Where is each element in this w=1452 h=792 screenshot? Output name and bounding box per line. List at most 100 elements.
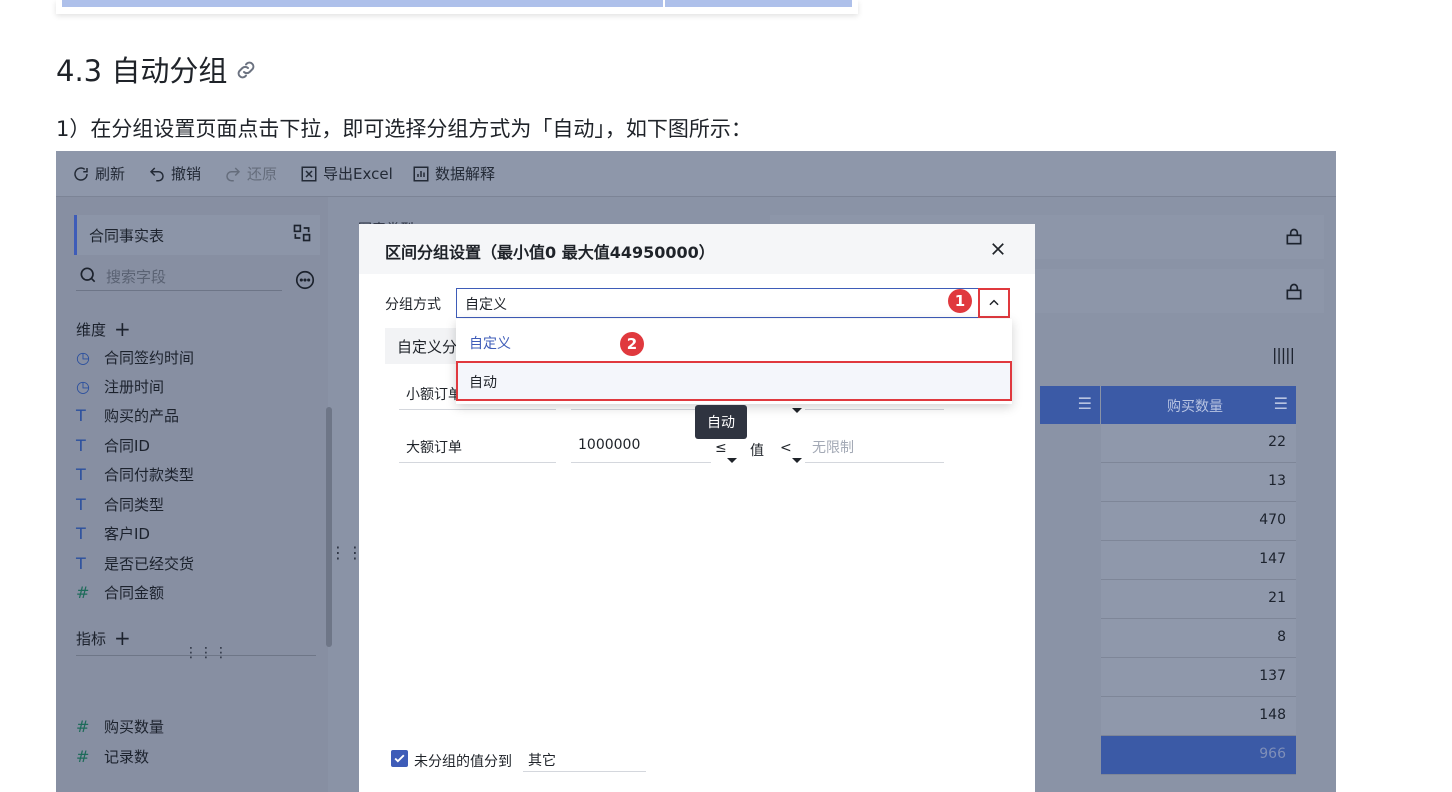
- text-type-icon: T: [76, 524, 86, 543]
- caret-down-icon[interactable]: [727, 458, 737, 463]
- range-to-input[interactable]: 无限制: [805, 431, 944, 463]
- cell: 8: [1277, 629, 1286, 645]
- field-search[interactable]: 搜索字段: [76, 261, 282, 291]
- measure-item[interactable]: # 记录数: [76, 746, 149, 767]
- dropdown-toggle-button[interactable]: [978, 288, 1010, 318]
- add-dimension-icon[interactable]: +: [114, 317, 131, 341]
- table-total-row: 966: [1101, 736, 1296, 775]
- ungrouped-label: 未分组的值分到: [414, 754, 512, 770]
- table-row: 22: [1101, 424, 1296, 463]
- option-auto-label: 自动: [469, 375, 497, 391]
- field-label: 注册时间: [104, 378, 165, 396]
- sort-icon[interactable]: ☰: [1078, 394, 1092, 413]
- lock-icon[interactable]: [1284, 227, 1304, 247]
- field-label: 购买的产品: [104, 407, 180, 425]
- ungrouped-name-value: 其它: [528, 753, 556, 769]
- range-from-input[interactable]: 1000000: [571, 431, 711, 463]
- redo-icon: [226, 166, 241, 181]
- cell: 137: [1259, 668, 1286, 684]
- number-calc-icon: #: [76, 747, 90, 766]
- group-name-value: 小额订单: [406, 387, 462, 403]
- ungrouped-checkbox[interactable]: [391, 750, 408, 767]
- field-item[interactable]: T 合同付款类型: [76, 464, 194, 485]
- refresh-button[interactable]: 刷新: [72, 163, 125, 184]
- measures-label: 指标: [76, 629, 107, 648]
- field-label: 合同签约时间: [104, 349, 195, 367]
- range-to-placeholder: 无限制: [812, 440, 854, 456]
- undo-label: 撤销: [171, 165, 202, 183]
- previous-table-fragment: [56, 0, 858, 14]
- field-item[interactable]: ◷ 合同签约时间: [76, 347, 194, 368]
- group-mode-dropdown: 自定义 自动: [456, 319, 1012, 404]
- table-header-bar: [62, 0, 852, 7]
- field-item[interactable]: T 合同ID: [76, 435, 150, 456]
- option-auto[interactable]: 自动: [456, 361, 1012, 401]
- table-header-prev-column: ☰: [1040, 386, 1100, 424]
- field-item[interactable]: T 是否已经交货: [76, 553, 194, 574]
- field-item[interactable]: T 购买的产品: [76, 405, 179, 426]
- chart-explain-icon: [413, 166, 429, 181]
- group-mode-label: 分组方式: [385, 297, 441, 313]
- number-type-icon: #: [76, 583, 90, 602]
- link-icon[interactable]: [234, 58, 258, 82]
- panel-scrollbar[interactable]: [326, 407, 332, 647]
- cell: 22: [1268, 434, 1286, 450]
- field-item[interactable]: T 合同类型: [76, 494, 164, 515]
- number-type-icon: #: [76, 717, 90, 736]
- more-icon[interactable]: [294, 269, 316, 291]
- field-panel: 合同事实表 搜索字段 维度 + ◷ 合同签约时间 ◷ 注册时间 T 购买的产品 T 合同…: [56, 197, 332, 792]
- sort-icon[interactable]: ☰: [1274, 394, 1288, 413]
- cell: 13: [1268, 473, 1286, 489]
- field-item[interactable]: T 客户ID: [76, 523, 150, 544]
- text-type-icon: T: [76, 554, 86, 573]
- data-explain-button[interactable]: 数据解释: [412, 163, 495, 184]
- field-label: 客户ID: [104, 525, 150, 543]
- dataset-selector[interactable]: 合同事实表: [74, 215, 320, 255]
- table-header: 购买数量 ☰: [1101, 386, 1296, 424]
- text-type-icon: T: [76, 465, 86, 484]
- option-custom[interactable]: 自定义: [469, 333, 511, 353]
- explain-label: 数据解释: [435, 165, 496, 183]
- column-header: 购买数量: [1167, 399, 1223, 415]
- group-mode-select[interactable]: 自定义: [456, 288, 1010, 318]
- field-item[interactable]: # 合同金额: [76, 582, 164, 603]
- lock-icon[interactable]: [1284, 282, 1304, 302]
- close-icon[interactable]: [989, 240, 1007, 258]
- cell: 147: [1259, 551, 1286, 567]
- redo-button[interactable]: 还原: [224, 163, 277, 184]
- operator-le[interactable]: ≤: [715, 440, 727, 456]
- caret-down-icon[interactable]: [792, 408, 802, 413]
- custom-group-tab[interactable]: 自定义分组: [385, 328, 472, 364]
- measure-label: 记录数: [104, 748, 150, 766]
- caret-down-icon[interactable]: [792, 458, 802, 463]
- table-column-separator: [663, 0, 665, 7]
- section-heading: 4.3 自动分组: [56, 54, 228, 88]
- export-excel-button[interactable]: 导出Excel: [300, 163, 393, 184]
- table-row: 148: [1101, 697, 1296, 736]
- field-item[interactable]: ◷ 注册时间: [76, 376, 164, 397]
- clock-icon: ◷: [76, 377, 90, 396]
- dimensions-header: 维度 +: [76, 317, 131, 341]
- ungrouped-name-input[interactable]: 其它: [523, 742, 646, 772]
- text-type-icon: T: [76, 436, 86, 455]
- field-label: 合同类型: [104, 496, 165, 514]
- barcode-icon[interactable]: |||||: [1272, 345, 1295, 364]
- group-name-input[interactable]: 大额订单: [399, 431, 556, 463]
- step-badge-1: 1: [948, 289, 972, 313]
- cell: 21: [1268, 590, 1286, 606]
- step-badge-2: 2: [620, 332, 644, 356]
- toolbar: 刷新 撤销 还原 导出Excel 数据解释: [56, 151, 1336, 197]
- cell: 966: [1259, 746, 1286, 762]
- dialog-header: 区间分组设置（最小值0 最大值44950000）: [359, 224, 1035, 274]
- resize-handle-icon[interactable]: ⋮⋮⋮: [184, 645, 229, 661]
- text-type-icon: T: [76, 495, 86, 514]
- group-name-value: 大额订单: [406, 440, 462, 456]
- add-measure-icon[interactable]: +: [114, 626, 131, 650]
- measure-item[interactable]: # 购买数量: [76, 716, 164, 737]
- undo-button[interactable]: 撤销: [148, 163, 201, 184]
- refresh-label: 刷新: [95, 165, 126, 183]
- field-label: 合同付款类型: [104, 466, 195, 484]
- operator-lt[interactable]: <: [780, 440, 792, 456]
- cell: 470: [1259, 512, 1286, 528]
- switch-dataset-icon[interactable]: [292, 223, 312, 243]
